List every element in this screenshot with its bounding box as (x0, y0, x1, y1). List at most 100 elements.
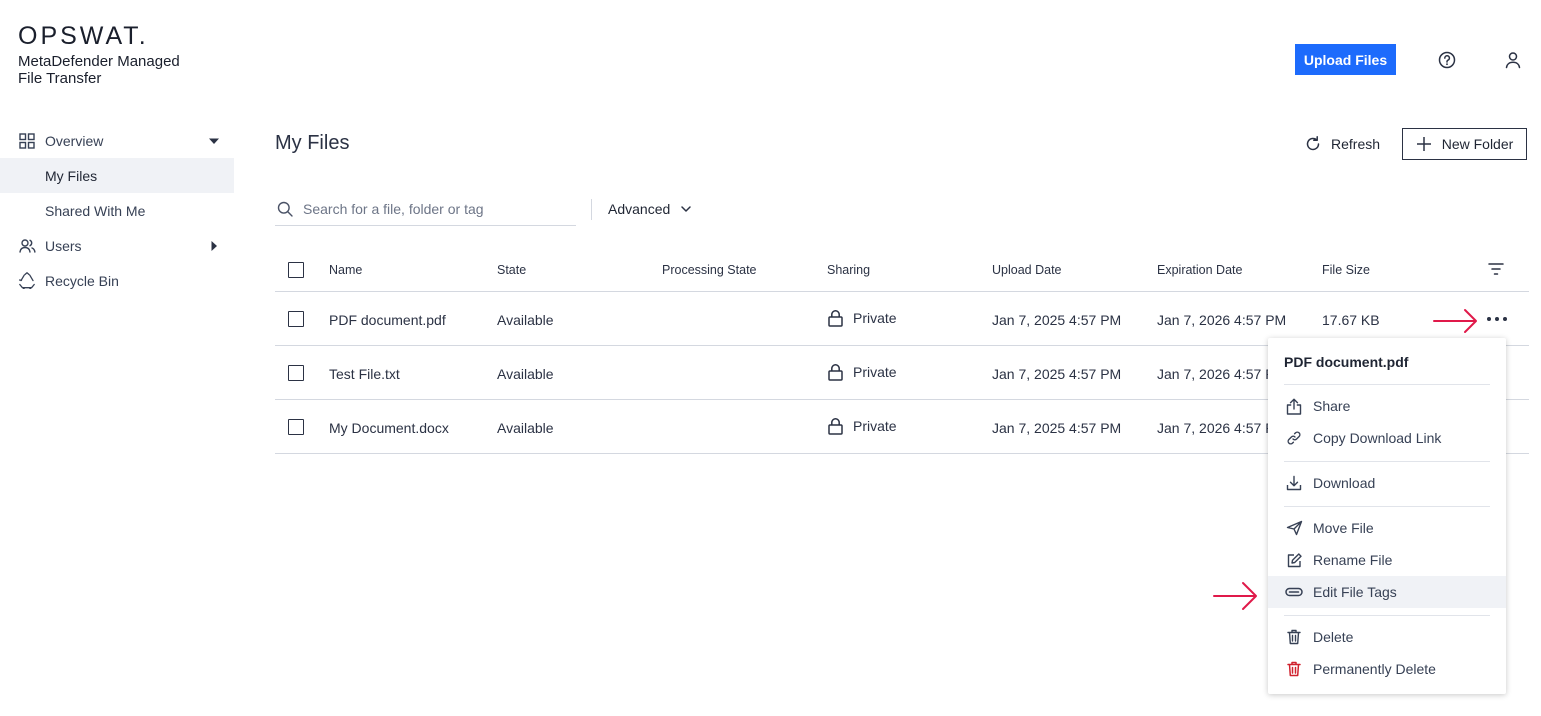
grid-icon (18, 132, 36, 150)
column-header-name[interactable]: Name (329, 263, 362, 277)
advanced-filter-dropdown[interactable]: Advanced (608, 199, 692, 219)
menu-item-label: Share (1313, 398, 1351, 414)
menu-item-label: Delete (1313, 629, 1354, 645)
file-sharing: Private (827, 417, 897, 435)
menu-divider (1284, 615, 1490, 616)
divider (591, 199, 592, 220)
table-header: Name State Processing State Sharing Uplo… (275, 248, 1529, 292)
refresh-label: Refresh (1331, 136, 1381, 152)
menu-divider (1284, 384, 1490, 385)
select-all-checkbox[interactable] (288, 262, 304, 278)
sharing-label: Private (853, 418, 897, 434)
trash-icon (1285, 628, 1303, 646)
menu-divider (1284, 506, 1490, 507)
menu-item-label: Copy Download Link (1313, 430, 1442, 446)
lock-icon (827, 417, 844, 435)
annotation-arrow-icon (1213, 582, 1257, 610)
row-checkbox[interactable] (288, 311, 304, 327)
upload-files-button[interactable]: Upload Files (1295, 44, 1396, 75)
refresh-icon (1304, 135, 1322, 153)
user-icon[interactable] (1503, 50, 1523, 70)
sidebar-item-overview[interactable]: Overview (0, 123, 234, 158)
share-icon (1285, 397, 1303, 415)
file-state: Available (497, 366, 554, 382)
file-upload-date: Jan 7, 2025 4:57 PM (992, 366, 1122, 382)
menu-title: PDF document.pdf (1284, 354, 1409, 370)
new-folder-button[interactable]: New Folder (1402, 128, 1527, 160)
menu-item-label: Rename File (1313, 552, 1393, 568)
sidebar-item-label: My Files (45, 167, 98, 184)
annotation-arrow-icon (1433, 309, 1477, 333)
edit-icon (1285, 551, 1303, 569)
file-context-menu: PDF document.pdf Share Copy Download Lin… (1268, 338, 1506, 694)
new-folder-label: New Folder (1441, 136, 1514, 152)
file-name[interactable]: PDF document.pdf (329, 312, 446, 328)
file-expiration-date: Jan 7, 2026 4:57 P (1157, 366, 1275, 382)
menu-item-share[interactable]: Share (1268, 390, 1506, 422)
opswat-logo: OPSWAT. (18, 22, 149, 50)
more-actions-icon[interactable] (1487, 310, 1507, 328)
menu-divider (1284, 461, 1490, 462)
recycle-icon (18, 272, 36, 290)
menu-item-label: Edit File Tags (1313, 584, 1397, 600)
row-checkbox[interactable] (288, 419, 304, 435)
sidebar-item-label: Shared With Me (45, 202, 146, 219)
sidebar-item-my-files[interactable]: My Files (0, 158, 234, 193)
sidebar: Overview My Files Shared With Me Users R… (0, 123, 234, 298)
column-filter-icon[interactable] (1488, 262, 1504, 281)
file-expiration-date: Jan 7, 2026 4:57 P (1157, 420, 1275, 436)
file-name[interactable]: Test File.txt (329, 366, 400, 382)
lock-icon (827, 309, 844, 327)
search-input[interactable] (303, 201, 563, 217)
menu-item-label: Permanently Delete (1313, 661, 1436, 677)
menu-item-label: Download (1313, 475, 1376, 491)
advanced-label: Advanced (608, 201, 671, 217)
menu-item-label: Move File (1313, 520, 1374, 536)
sidebar-item-label: Recycle Bin (45, 272, 119, 289)
file-sharing: Private (827, 363, 897, 381)
plus-icon (1416, 136, 1432, 152)
sidebar-item-label: Overview (45, 132, 104, 149)
sidebar-item-recycle-bin[interactable]: Recycle Bin (0, 263, 234, 298)
send-icon (1285, 519, 1303, 537)
menu-item-permanently-delete[interactable]: Permanently Delete (1268, 653, 1506, 685)
search-icon (277, 201, 293, 217)
row-checkbox[interactable] (288, 365, 304, 381)
page-title: My Files (275, 132, 350, 154)
sharing-label: Private (853, 310, 897, 326)
product-name-line1: MetaDefender Managed (18, 53, 180, 70)
file-upload-date: Jan 7, 2025 4:57 PM (992, 420, 1122, 436)
trash-red-icon (1285, 660, 1303, 678)
download-icon (1285, 474, 1303, 492)
column-header-sharing[interactable]: Sharing (827, 263, 870, 277)
column-header-expiration-date[interactable]: Expiration Date (1157, 263, 1242, 277)
users-icon (18, 237, 36, 255)
link-icon (1285, 429, 1303, 447)
column-header-file-size[interactable]: File Size (1322, 263, 1370, 277)
column-header-state[interactable]: State (497, 263, 526, 277)
caret-right-icon[interactable] (208, 239, 220, 255)
menu-item-edit-file-tags[interactable]: Edit File Tags (1268, 576, 1506, 608)
column-header-upload-date[interactable]: Upload Date (992, 263, 1062, 277)
lock-icon (827, 363, 844, 381)
app-logo: OPSWAT. MetaDefender Managed File Transf… (18, 22, 180, 88)
sharing-label: Private (853, 364, 897, 380)
file-name[interactable]: My Document.docx (329, 420, 449, 436)
menu-item-move-file[interactable]: Move File (1268, 512, 1506, 544)
caret-down-icon[interactable] (208, 134, 220, 150)
column-header-processing-state[interactable]: Processing State (662, 263, 757, 277)
file-upload-date: Jan 7, 2025 4:57 PM (992, 312, 1122, 328)
search-box (275, 193, 576, 226)
refresh-button[interactable]: Refresh (1304, 130, 1380, 158)
help-icon[interactable] (1437, 50, 1457, 70)
menu-item-download[interactable]: Download (1268, 467, 1506, 499)
menu-item-copy-download-link[interactable]: Copy Download Link (1268, 422, 1506, 454)
menu-item-rename-file[interactable]: Rename File (1268, 544, 1506, 576)
chevron-down-icon (680, 203, 692, 215)
tag-icon (1285, 583, 1303, 601)
sidebar-item-users[interactable]: Users (0, 228, 234, 263)
sidebar-item-shared-with-me[interactable]: Shared With Me (0, 193, 234, 228)
menu-item-delete[interactable]: Delete (1268, 621, 1506, 653)
file-expiration-date: Jan 7, 2026 4:57 PM (1157, 312, 1287, 328)
sidebar-item-label: Users (45, 237, 82, 254)
